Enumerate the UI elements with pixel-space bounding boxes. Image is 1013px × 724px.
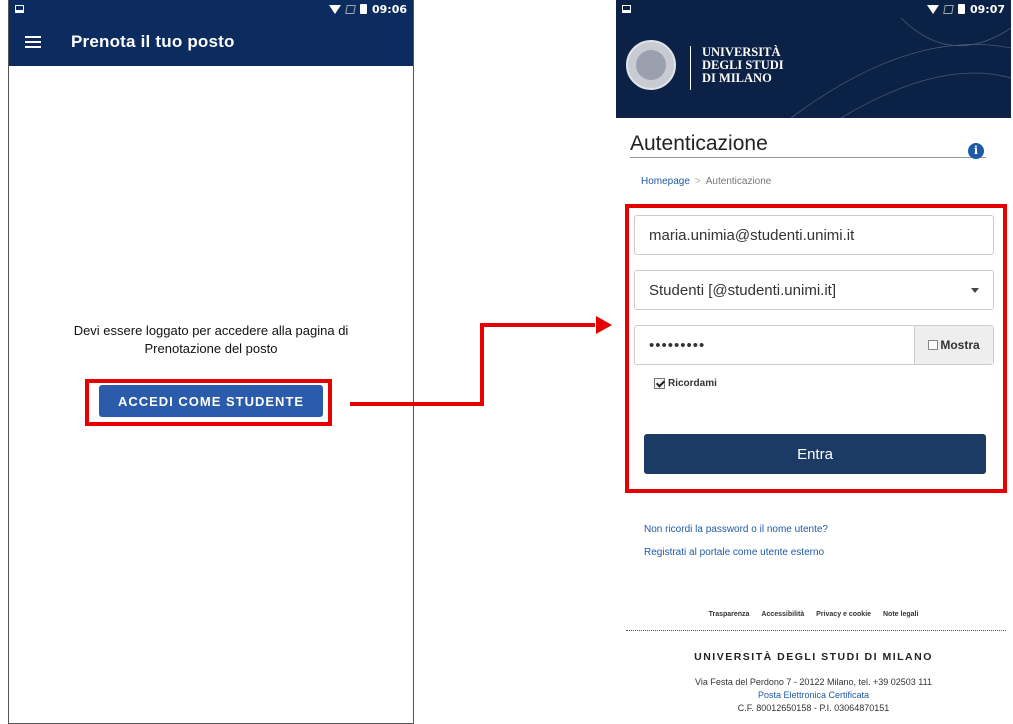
- page-title: Autenticazione: [630, 132, 768, 155]
- status-bar: 09:06: [9, 0, 413, 18]
- university-header: UNIVERSITÀ DEGLI STUDI DI MILANO: [616, 18, 1011, 118]
- screenshot-notification-icon: [622, 5, 631, 13]
- status-time: 09:07: [969, 2, 1005, 16]
- form-highlight-box: [625, 204, 1007, 493]
- footer-link-privacy[interactable]: Privacy e cookie: [816, 611, 871, 618]
- pec-link[interactable]: Posta Elettronica Certificata: [616, 689, 1011, 702]
- footer-links: Trasparenza Accessibilità Privacy e cook…: [616, 611, 1011, 618]
- info-icon[interactable]: i: [968, 143, 984, 159]
- footer-link-legal[interactable]: Note legali: [883, 611, 918, 618]
- breadcrumb-home-link[interactable]: Homepage: [641, 176, 690, 187]
- decorative-lines: [790, 18, 1011, 118]
- app-title: Prenota il tuo posto: [71, 32, 235, 51]
- wifi-icon: [328, 4, 341, 14]
- battery-icon: [359, 4, 367, 14]
- button-highlight-box: [85, 379, 332, 426]
- university-wordmark: UNIVERSITÀ DEGLI STUDI DI MILANO: [702, 45, 784, 85]
- footer-address: Via Festa del Perdono 7 - 20122 Milano, …: [616, 676, 1011, 715]
- no-signal-icon: [943, 4, 954, 14]
- screenshot-notification-icon: [15, 5, 24, 13]
- app-bar: Prenota il tuo posto: [9, 18, 413, 66]
- menu-icon[interactable]: [25, 36, 41, 48]
- wifi-icon: [926, 4, 939, 14]
- status-time: 09:06: [371, 2, 407, 16]
- university-seal-logo: [626, 40, 676, 90]
- status-bar: 09:07: [616, 0, 1011, 18]
- footer-university-name: UNIVERSITÀ DEGLI STUDI DI MILANO: [694, 651, 933, 663]
- no-signal-icon: [345, 4, 356, 14]
- breadcrumb: Homepage > Autenticazione: [641, 176, 772, 187]
- register-external-link[interactable]: Registrati al portale come utente estern…: [644, 547, 824, 558]
- battery-icon: [957, 4, 965, 14]
- flow-arrow: [350, 316, 612, 406]
- forgot-password-link[interactable]: Non ricordi la password o il nome utente…: [644, 524, 828, 535]
- footer-link-transparency[interactable]: Trasparenza: [709, 611, 750, 618]
- footer-link-accessibility[interactable]: Accessibilità: [761, 611, 804, 618]
- breadcrumb-current: Autenticazione: [705, 176, 772, 187]
